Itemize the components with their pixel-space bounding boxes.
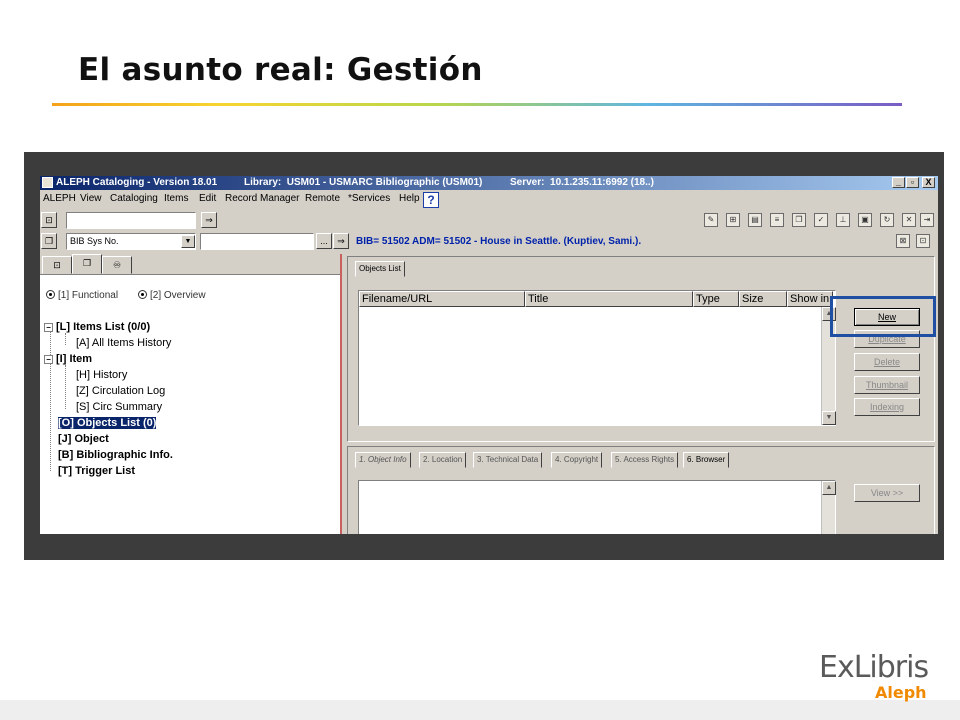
- exlibris-logo: ExLibris Aleph: [819, 650, 929, 702]
- tab-object-info[interactable]: 1. Object Info: [355, 452, 411, 468]
- search-icon[interactable]: ⊡: [41, 212, 57, 228]
- logo-main: ExLibris: [819, 650, 929, 685]
- tree-area: [1] Functional [2] Overview − [L] Items L…: [40, 274, 340, 534]
- close-button[interactable]: X: [922, 177, 935, 188]
- menu-help[interactable]: Help: [399, 193, 420, 204]
- tab-technical-data[interactable]: 3. Technical Data: [473, 452, 543, 468]
- search-field[interactable]: [66, 212, 196, 229]
- collapse-icon[interactable]: −: [44, 355, 53, 364]
- menu-services[interactable]: *Services: [348, 193, 390, 204]
- tab-copy-icon[interactable]: ❐: [72, 254, 102, 274]
- radio-functional[interactable]: [1] Functional: [46, 290, 118, 301]
- toolbar-row-1: ⊡ ⇒ ✎ ⊞ ▤ ≡ ❐ ✓ ⊥ ▣ ↻ ✕ ⇥: [40, 211, 938, 231]
- window-title-server: Server: 10.1.235.11:6992 (18..): [510, 177, 654, 188]
- collapse-icon[interactable]: −: [44, 323, 53, 332]
- slide-title: El asunto real: Gestión: [78, 52, 483, 88]
- restore-button[interactable]: ▫: [906, 177, 919, 188]
- tab-functional-icon[interactable]: ⊡: [42, 256, 72, 274]
- help-icon[interactable]: ?: [423, 192, 439, 208]
- scroll-up-icon[interactable]: ▲: [822, 481, 836, 495]
- tab-copyright[interactable]: 4. Copyright: [551, 452, 603, 468]
- tree-guide-i: [65, 365, 66, 409]
- menu-aleph[interactable]: ALEPH: [43, 193, 76, 204]
- window-title-app: ALEPH Cataloging - Version 18.01: [56, 177, 218, 188]
- window-titlebar: ALEPH Cataloging - Version 18.01 Library…: [40, 176, 938, 190]
- list-icon[interactable]: ≡: [770, 213, 784, 227]
- merge-icon[interactable]: ⊥: [836, 213, 850, 227]
- copy-icon[interactable]: ❐: [792, 213, 806, 227]
- aleph-window: ALEPH Cataloging - Version 18.01 Library…: [40, 176, 938, 534]
- column-type[interactable]: Type: [693, 291, 739, 307]
- document-icon[interactable]: ❐: [41, 233, 57, 249]
- go-arrow-icon[interactable]: ⇒: [201, 212, 217, 228]
- delete-icon[interactable]: ✕: [902, 213, 916, 227]
- view-button[interactable]: View >>: [854, 484, 920, 502]
- menu-remote[interactable]: Remote: [305, 193, 340, 204]
- objects-list-table: Filename/URL Title Type Size Show in ▲ ▼: [358, 290, 836, 426]
- radio-overview-label: [2] Overview: [150, 290, 206, 301]
- column-size[interactable]: Size: [739, 291, 787, 307]
- new-button-highlight: [830, 296, 936, 337]
- column-title[interactable]: Title: [525, 291, 693, 307]
- tree-item-history[interactable]: [H] History: [76, 369, 127, 382]
- book-icon[interactable]: ▤: [748, 213, 762, 227]
- excel-icon[interactable]: ⊠: [896, 234, 910, 248]
- scroll-down-icon[interactable]: ▼: [822, 411, 836, 425]
- radio-overview[interactable]: [2] Overview: [138, 290, 206, 301]
- left-panel: ⊡ ❐ ♾ [1] Functional [2] Overview − [L] I…: [40, 254, 342, 534]
- delete-button[interactable]: Delete: [854, 353, 920, 371]
- tree-item-item[interactable]: − [I] Item: [44, 353, 92, 366]
- check-icon[interactable]: ✓: [814, 213, 828, 227]
- exit-icon[interactable]: ⇥: [920, 213, 934, 227]
- menu-cataloging[interactable]: Cataloging: [110, 193, 158, 204]
- toolbar-row-2: ❐ BIB Sys No. ▼ ... ⇒ BIB= 51502 ADM= 51…: [40, 232, 938, 252]
- thumbnail-button[interactable]: Thumbnail: [854, 376, 920, 394]
- title-underline: [52, 103, 902, 106]
- tab-access-rights[interactable]: 5. Access Rights: [611, 452, 679, 468]
- tree-icon[interactable]: ⊞: [726, 213, 740, 227]
- menu-items[interactable]: Items: [164, 193, 188, 204]
- detail-scrollbar[interactable]: ▲: [821, 481, 836, 534]
- minimize-button[interactable]: _: [892, 177, 905, 188]
- tree-item-all-items-history[interactable]: [A] All Items History: [76, 337, 171, 350]
- app-icon: [42, 177, 53, 188]
- tab-location[interactable]: 2. Location: [419, 452, 467, 468]
- tab-browser[interactable]: 6. Browser: [683, 452, 730, 468]
- column-show-in[interactable]: Show in: [787, 291, 833, 307]
- tree-item-objects-list[interactable]: [O] Objects List (0): [56, 416, 158, 430]
- print-icon[interactable]: ⊡: [916, 234, 930, 248]
- menubar: ALEPH View Cataloging Items Edit Record …: [40, 191, 938, 207]
- menu-view[interactable]: View: [80, 193, 102, 204]
- chevron-down-icon[interactable]: ▼: [181, 235, 195, 248]
- indexing-button[interactable]: Indexing: [854, 398, 920, 416]
- menu-record-manager[interactable]: Record Manager: [225, 193, 299, 204]
- tree-guide-main: [50, 331, 51, 471]
- go-arrow-icon-2[interactable]: ⇒: [333, 233, 349, 249]
- tree-item-trigger-list[interactable]: [T] Trigger List: [58, 465, 135, 478]
- tree-guide-l: [65, 333, 66, 345]
- window-title-library: Library: USM01 - USMARC Bibliographic (U…: [244, 177, 483, 188]
- tab-binoculars-icon[interactable]: ♾: [102, 256, 132, 274]
- detail-list: ▲: [358, 480, 836, 534]
- refresh-icon[interactable]: ↻: [880, 213, 894, 227]
- tree-item-items-list[interactable]: − [L] Items List (0/0): [44, 321, 150, 334]
- index-value-field[interactable]: [200, 233, 314, 250]
- tree-item-bibliographic-info[interactable]: [B] Bibliographic Info.: [58, 449, 173, 462]
- menu-edit[interactable]: Edit: [199, 193, 216, 204]
- logo-sub: Aleph: [875, 683, 927, 702]
- tab-objects-list[interactable]: Objects List: [355, 261, 405, 277]
- radio-functional-label: [1] Functional: [58, 290, 119, 301]
- ellipsis-button[interactable]: ...: [316, 233, 332, 249]
- edit-record-icon[interactable]: ✎: [704, 213, 718, 227]
- column-filename[interactable]: Filename/URL: [359, 291, 525, 307]
- image-icon[interactable]: ▣: [858, 213, 872, 227]
- tree-item-circulation-log[interactable]: [Z] Circulation Log: [76, 385, 165, 398]
- footer-band: [0, 700, 960, 720]
- tree-item-circ-summary[interactable]: [S] Circ Summary: [76, 401, 162, 414]
- tree-item-object[interactable]: [J] Object: [58, 433, 109, 446]
- record-info: BIB= 51502 ADM= 51502 - House in Seattle…: [356, 236, 642, 247]
- index-select[interactable]: BIB Sys No.: [66, 233, 196, 250]
